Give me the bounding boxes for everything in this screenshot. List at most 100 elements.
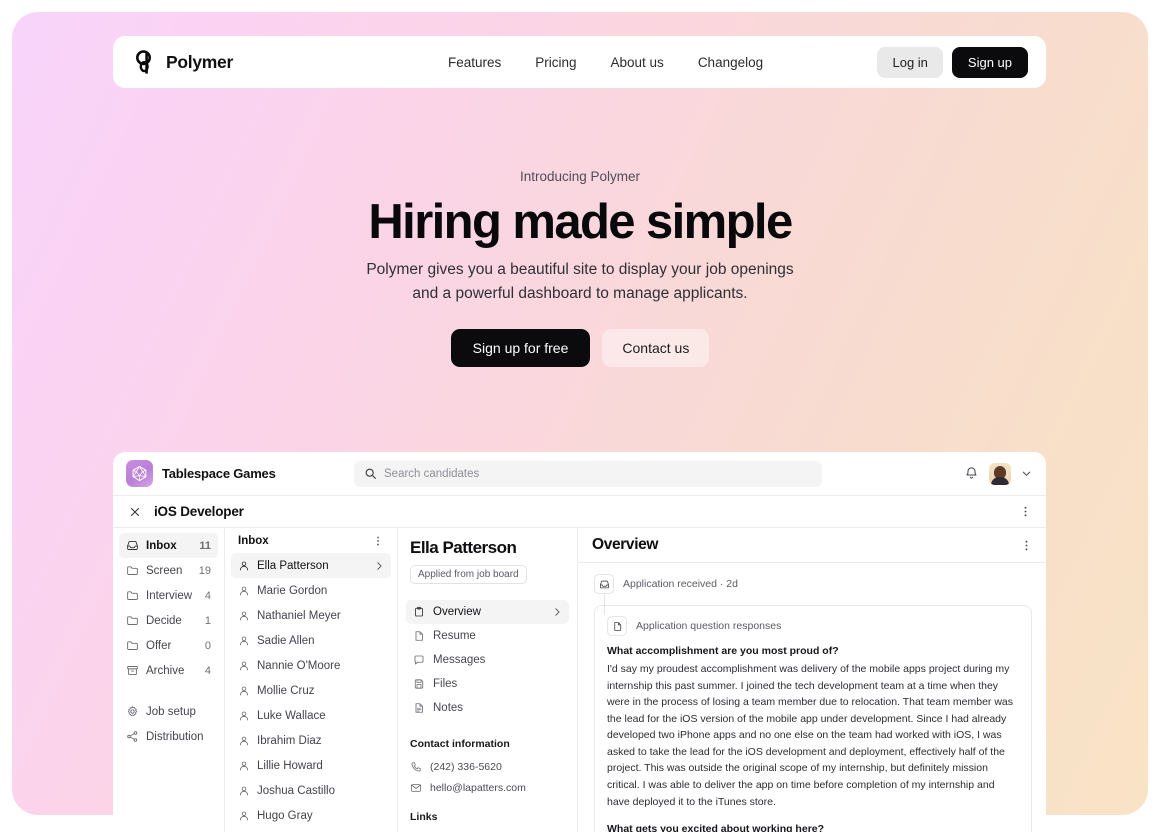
list-item-label: Luke Wallace	[257, 709, 326, 722]
nav-link-changelog[interactable]: Changelog	[698, 55, 763, 70]
dashboard-columns: Inbox 11 Screen 19 Interview 4 Decide 1 …	[113, 528, 1046, 832]
app-topbar: Tablespace Games	[113, 452, 1046, 496]
hero-subtitle-line-1: Polymer gives you a beautiful site to di…	[366, 261, 794, 278]
tab-resume[interactable]: Resume	[406, 624, 569, 648]
sidebar-count-interview: 4	[204, 589, 211, 602]
contact-email: hello@lapatters.com	[430, 781, 526, 794]
sidebar-item-archive[interactable]: Archive 4	[119, 658, 218, 683]
d20-dice-icon	[132, 465, 147, 482]
list-item[interactable]: Ella Patterson	[231, 553, 391, 578]
chevron-right-icon	[377, 561, 382, 570]
org-logo-icon	[126, 460, 153, 487]
sidebar-item-decide[interactable]: Decide 1	[119, 608, 218, 633]
hero-eyebrow: Introducing Polymer	[519, 169, 641, 184]
folder-icon	[127, 591, 138, 600]
tab-label-resume: Resume	[433, 630, 476, 642]
candidate-list-more-options-icon[interactable]	[372, 535, 384, 547]
notifications-bell-icon[interactable]	[964, 466, 979, 481]
status-badge: Applied from job board	[410, 565, 527, 584]
marketing-navbar: Polymer Features Pricing About us Change…	[113, 36, 1046, 88]
sign-up-button[interactable]: Sign up	[951, 46, 1028, 78]
inbox-icon	[127, 540, 138, 550]
sidebar-count-archive: 4	[204, 664, 211, 677]
sidebar-item-interview[interactable]: Interview 4	[119, 583, 218, 608]
sidebar-label-interview: Interview	[146, 589, 193, 602]
share-icon	[127, 731, 138, 742]
list-item[interactable]: Lillie Howard	[231, 753, 391, 778]
org-switcher[interactable]: Tablespace Games	[126, 460, 344, 487]
sign-up-for-free-button[interactable]: Sign up for free	[450, 329, 591, 367]
org-name: Tablespace Games	[162, 466, 276, 481]
chat-icon	[414, 655, 424, 665]
sidebar-label-offer: Offer	[146, 639, 172, 652]
avatar-body	[991, 476, 1009, 485]
job-more-options-icon[interactable]	[1019, 505, 1032, 518]
list-item-label: Hugo Gray	[257, 809, 313, 822]
nav-link-about-us[interactable]: About us	[611, 55, 664, 70]
tab-label-overview: Overview	[433, 606, 481, 618]
list-item-label: Mollie Cruz	[257, 684, 315, 697]
contact-email-row[interactable]: hello@lapatters.com	[410, 777, 565, 798]
list-item[interactable]: Luke Wallace	[231, 703, 391, 728]
overview-more-options-icon[interactable]	[1020, 539, 1033, 552]
envelope-icon	[411, 783, 421, 792]
nav-link-features[interactable]: Features	[448, 55, 501, 70]
tab-files[interactable]: Files	[406, 672, 569, 696]
tab-notes[interactable]: Notes	[406, 696, 569, 720]
page-title: Hiring made simple	[368, 195, 793, 249]
brand-logo[interactable]: Polymer	[135, 50, 233, 74]
avatar[interactable]	[989, 462, 1011, 485]
sidebar-item-distribution[interactable]: Distribution	[119, 724, 218, 749]
list-item-label: Ibrahim Diaz	[257, 734, 322, 747]
list-item[interactable]: Ibrahim Diaz	[231, 728, 391, 753]
list-item[interactable]: Nathaniel Meyer	[231, 603, 391, 628]
person-icon	[239, 686, 249, 695]
list-item[interactable]: Hugo Gray	[231, 803, 391, 828]
list-item-label: Nathaniel Meyer	[257, 609, 341, 622]
candidate-list-column: Inbox Ella Patterson Marie Gordon Nathan…	[225, 528, 398, 832]
tab-overview[interactable]: Overview	[406, 600, 569, 624]
person-icon	[239, 711, 249, 720]
list-item[interactable]: Marie Gordon	[231, 578, 391, 603]
chevron-down-icon[interactable]	[1021, 468, 1032, 479]
notes-icon	[415, 703, 423, 713]
topbar-actions	[964, 462, 1032, 485]
tab-messages[interactable]: Messages	[406, 648, 569, 672]
sidebar-label-distribution: Distribution	[146, 730, 204, 743]
document-icon	[415, 631, 423, 641]
search-icon	[365, 468, 376, 479]
sidebar-item-offer[interactable]: Offer 0	[119, 633, 218, 658]
list-item[interactable]: Nannie O'Moore	[231, 653, 391, 678]
person-icon	[239, 586, 249, 595]
candidate-list-header: Inbox	[231, 533, 391, 553]
sidebar-count-inbox: 11	[199, 539, 211, 552]
save-icon	[414, 679, 424, 689]
sidebar-item-job-setup[interactable]: Job setup	[119, 699, 218, 724]
list-item[interactable]: Mollie Cruz	[231, 678, 391, 703]
contact-phone: (242) 336-5620	[430, 760, 502, 773]
nav-links: Features Pricing About us Changelog	[448, 55, 763, 70]
search-input[interactable]	[384, 467, 812, 480]
sidebar-item-screen[interactable]: Screen 19	[119, 558, 218, 583]
contact-us-button[interactable]: Contact us	[602, 329, 710, 367]
inbox-glyph-icon	[599, 580, 609, 588]
application-responses-header: Application question responses	[607, 616, 1019, 636]
overview-header: Overview	[578, 528, 1046, 563]
log-in-button[interactable]: Log in	[877, 46, 943, 78]
folder-icon	[127, 616, 138, 625]
contact-phone-row[interactable]: (242) 336-5620	[410, 756, 565, 777]
list-item[interactable]: Joshua Castillo	[231, 778, 391, 803]
search-candidates-field[interactable]	[354, 460, 822, 487]
inbox-icon	[594, 574, 614, 594]
list-item-label: Marie Gordon	[257, 584, 328, 597]
dashboard-preview: Tablespace Games Search candidates iOS D…	[113, 452, 1046, 832]
sidebar-label-inbox: Inbox	[146, 539, 177, 552]
hero-subtitle: Polymer gives you a beautiful site to di…	[0, 258, 1160, 306]
question-1: What accomplishment are you most proud o…	[607, 645, 839, 657]
list-item[interactable]: Sadie Allen	[231, 628, 391, 653]
sidebar-item-inbox[interactable]: Inbox 11	[119, 533, 218, 558]
nav-link-pricing[interactable]: Pricing	[535, 55, 576, 70]
clipboard-icon	[415, 606, 423, 617]
close-icon[interactable]	[129, 506, 141, 518]
application-responses-card: Application question responses What acco…	[594, 605, 1032, 832]
